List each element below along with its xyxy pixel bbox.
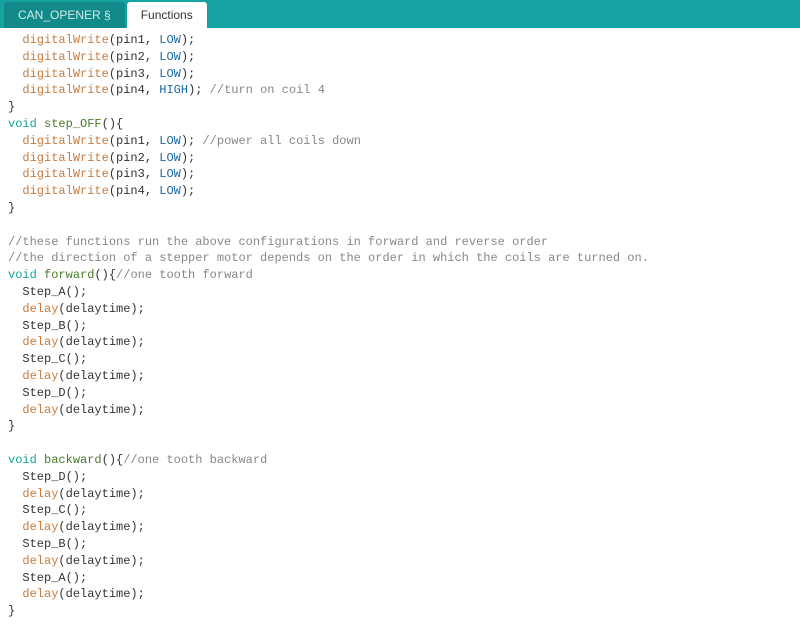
code-token: digitalWrite [22,50,108,64]
tab-functions[interactable]: Functions [127,2,207,28]
code-token: (delaytime); [58,335,144,349]
tab-can-opener[interactable]: CAN_OPENER § [4,2,125,28]
code-token: Step_B(); [8,319,87,333]
code-token: } [8,604,15,618]
code-token: (delaytime); [58,403,144,417]
code-token: (delaytime); [58,520,144,534]
code-comment: //these functions run the above configur… [8,235,548,249]
code-token: Step_D(); [8,386,87,400]
code-token: (pin3, [109,67,159,81]
code-token: (pin4, [109,83,159,97]
code-token: digitalWrite [22,67,108,81]
code-token: delay [22,487,58,501]
code-comment: //one tooth backward [123,453,267,467]
code-comment: //turn on coil 4 [210,83,325,97]
code-token: ); [181,184,195,198]
code-token: digitalWrite [22,33,108,47]
code-token: LOW [159,167,181,181]
code-token: ); [181,50,195,64]
code-token: LOW [159,67,181,81]
code-token: (pin2, [109,50,159,64]
code-token: Step_D(); [8,470,87,484]
code-token: Step_A(); [8,285,87,299]
code-token: } [8,201,15,215]
code-token: (delaytime); [58,587,144,601]
code-token: digitalWrite [22,167,108,181]
code-token: Step_A(); [8,571,87,585]
code-token: delay [22,369,58,383]
code-token: delay [22,587,58,601]
code-token: ); [181,134,203,148]
code-func-def: backward [44,453,102,467]
code-token: LOW [159,33,181,47]
code-token: ); [181,67,195,81]
code-keyword: void [8,117,37,131]
code-comment: //one tooth forward [116,268,253,282]
code-token: (delaytime); [58,302,144,316]
code-token [37,268,44,282]
code-func-def: forward [44,268,94,282]
code-token: (){ [102,117,124,131]
code-token: Step_C(); [8,352,87,366]
code-token: digitalWrite [22,151,108,165]
code-token: LOW [159,50,181,64]
code-token: (delaytime); [58,554,144,568]
code-token: delay [22,335,58,349]
code-token: delay [22,520,58,534]
code-token: (delaytime); [58,369,144,383]
code-token: (){ [102,453,124,467]
code-token: digitalWrite [22,184,108,198]
code-token: (){ [94,268,116,282]
code-token: delay [22,554,58,568]
code-token [37,453,44,467]
code-token: ); [181,151,195,165]
code-keyword: void [8,268,37,282]
code-token: ); [181,167,195,181]
code-token: ); [181,33,195,47]
code-token [37,117,44,131]
code-token: delay [22,403,58,417]
code-func-def: step_OFF [44,117,102,131]
code-token: (pin3, [109,167,159,181]
code-editor[interactable]: digitalWrite(pin1, LOW); digitalWrite(pi… [0,28,800,628]
code-token: } [8,419,15,433]
code-token: (pin1, [109,134,159,148]
code-token: (pin2, [109,151,159,165]
code-comment: //power all coils down [202,134,360,148]
code-token: delay [22,302,58,316]
code-token: HIGH [159,83,188,97]
code-token: LOW [159,184,181,198]
code-token: Step_C(); [8,503,87,517]
code-token: LOW [159,151,181,165]
code-token: (pin4, [109,184,159,198]
code-token: LOW [159,134,181,148]
code-comment: //the direction of a stepper motor depen… [8,251,649,265]
code-token: ); [188,83,210,97]
code-token: } [8,100,15,114]
code-token: (delaytime); [58,487,144,501]
code-token: Step_B(); [8,537,87,551]
tab-bar: CAN_OPENER § Functions [0,0,800,28]
code-token: (pin1, [109,33,159,47]
code-token: digitalWrite [22,83,108,97]
code-token: digitalWrite [22,134,108,148]
code-keyword: void [8,453,37,467]
